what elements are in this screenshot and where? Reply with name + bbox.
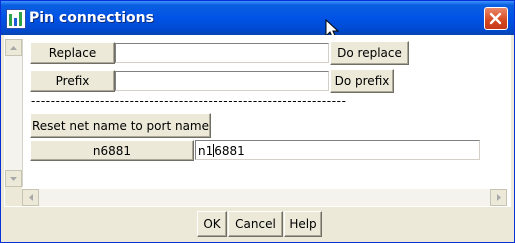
- replace-button[interactable]: Replace: [30, 42, 115, 64]
- window-title: Pin connections: [29, 10, 154, 26]
- arrow-down-icon: [10, 176, 17, 181]
- prefix-button[interactable]: Prefix: [30, 70, 115, 92]
- scroll-down-button[interactable]: [5, 170, 22, 187]
- net-name-input[interactable]: n16881: [195, 140, 480, 160]
- reset-net-name-button[interactable]: Reset net name to port name: [30, 113, 211, 138]
- app-icon: [6, 9, 26, 29]
- vertical-scrollbar[interactable]: [5, 39, 23, 187]
- replace-input[interactable]: [115, 43, 329, 63]
- help-button[interactable]: Help: [284, 211, 322, 237]
- net-name-text-before: n1: [198, 144, 214, 158]
- port-name-label: n6881: [30, 140, 194, 161]
- close-icon: [489, 12, 502, 25]
- horizontal-scrollbar[interactable]: [22, 189, 507, 206]
- arrow-right-icon: [496, 194, 501, 201]
- ok-button[interactable]: OK: [197, 211, 227, 237]
- scroll-right-button[interactable]: [490, 189, 507, 206]
- do-replace-button[interactable]: Do replace: [330, 41, 409, 65]
- arrow-up-icon: [10, 45, 17, 50]
- net-name-text-after: 6881: [214, 144, 245, 158]
- scroll-up-button[interactable]: [5, 39, 22, 56]
- pin-connections-window: Pin connections Replace Do replace Prefi…: [0, 0, 515, 243]
- dialog-button-bar: OK Cancel Help: [1, 207, 514, 242]
- separator-line: ----------------------------------------…: [31, 94, 347, 108]
- close-button[interactable]: [484, 7, 508, 30]
- title-bar[interactable]: Pin connections: [1, 1, 514, 35]
- scrollbar-corner: [5, 187, 22, 206]
- arrow-left-icon: [28, 194, 33, 201]
- cancel-button[interactable]: Cancel: [228, 211, 283, 237]
- scroll-left-button[interactable]: [22, 189, 39, 206]
- do-prefix-button[interactable]: Do prefix: [330, 69, 394, 93]
- prefix-input[interactable]: [115, 71, 329, 91]
